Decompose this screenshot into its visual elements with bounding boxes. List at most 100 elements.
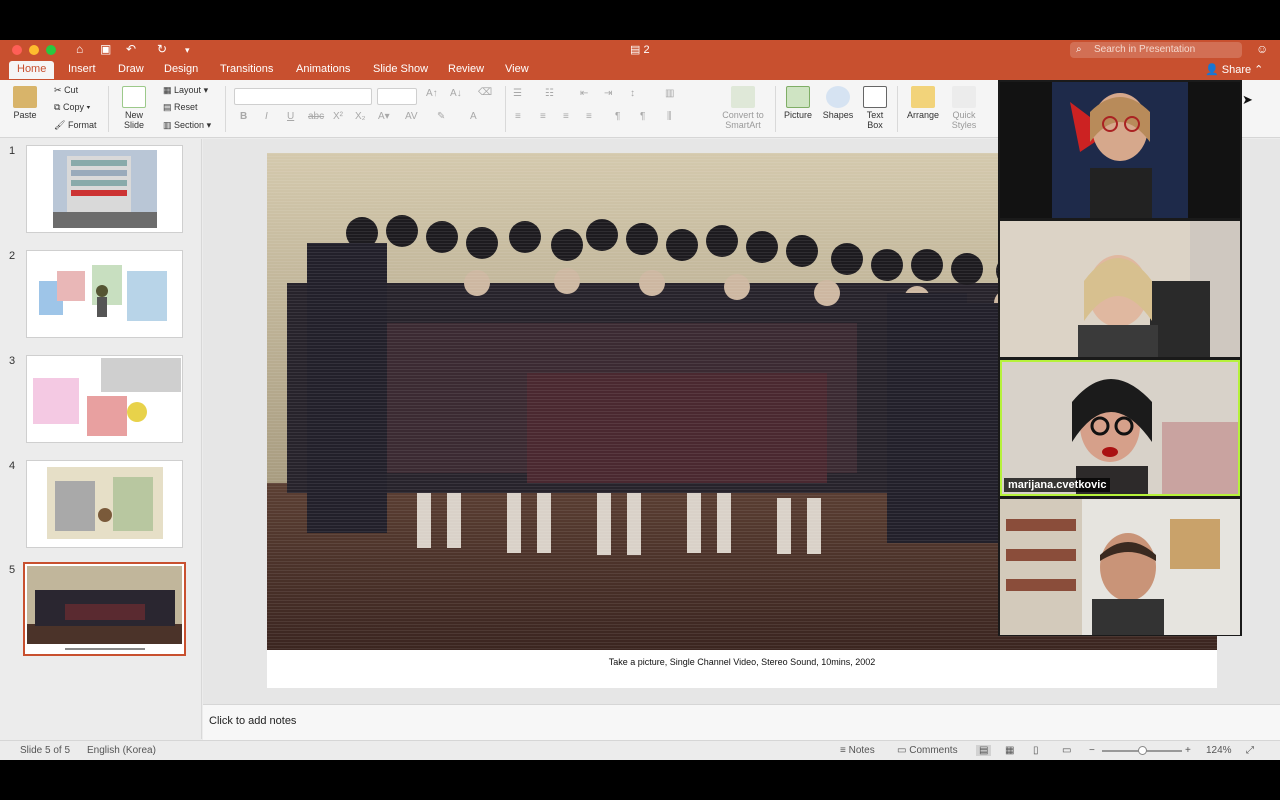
new-slide-button[interactable]: New Slide xyxy=(116,86,152,130)
tab-design[interactable]: Design xyxy=(164,63,198,75)
tab-slide-show[interactable]: Slide Show xyxy=(373,63,428,75)
decrease-indent-icon[interactable]: ⇤ xyxy=(580,88,588,99)
slide-caption[interactable]: Take a picture, Single Channel Video, St… xyxy=(267,657,1217,667)
scissors-icon: ✂ xyxy=(54,85,62,95)
customize-toolbar-icon[interactable]: ▾ xyxy=(185,45,190,56)
document-title: ▤ 2 xyxy=(630,43,650,56)
increase-font-size-icon[interactable]: A↑ xyxy=(426,88,438,99)
fit-to-window-icon[interactable]: ⤢ xyxy=(1246,745,1254,756)
slide-number: 3 xyxy=(9,355,16,367)
justify-icon[interactable]: ≡ xyxy=(586,111,592,122)
increase-indent-icon[interactable]: ⇥ xyxy=(604,88,612,99)
font-color-icon[interactable]: A xyxy=(470,111,477,122)
strikethrough-icon[interactable]: abc xyxy=(308,111,324,122)
tab-review[interactable]: Review xyxy=(448,63,484,75)
picture-button[interactable]: Picture xyxy=(781,86,815,120)
align-center-icon[interactable]: ≡ xyxy=(540,111,546,122)
align-right-icon[interactable]: ≡ xyxy=(563,111,569,122)
decrease-font-size-icon[interactable]: A↓ xyxy=(450,88,462,99)
shapes-button[interactable]: Shapes xyxy=(821,86,855,120)
paste-button[interactable]: Paste xyxy=(8,86,42,120)
tab-view[interactable]: View xyxy=(505,63,529,75)
notes-toggle[interactable]: ≡ Notes xyxy=(840,745,875,756)
participant-tile-1[interactable] xyxy=(1000,82,1240,218)
participant-video-1 xyxy=(1000,82,1240,218)
slide-thumbnail-1[interactable] xyxy=(26,145,183,233)
home-icon[interactable]: ⌂ xyxy=(76,42,83,56)
line-spacing-icon[interactable]: ↕ xyxy=(630,88,635,99)
slide-number: 5 xyxy=(9,564,16,576)
cut-button[interactable]: ✂ Cut xyxy=(54,85,78,96)
tab-animations[interactable]: Animations xyxy=(296,63,350,75)
normal-view-icon[interactable]: ▤ xyxy=(976,745,992,756)
subscript-icon[interactable]: X₂ xyxy=(355,111,366,122)
reset-button[interactable]: ▤ Reset xyxy=(163,102,198,113)
undo-icon[interactable]: ↶ xyxy=(126,42,136,56)
layout-label: Layout xyxy=(174,85,202,95)
layout-button[interactable]: ▦ Layout ▾ xyxy=(163,85,208,96)
slide-thumbnail-2[interactable] xyxy=(26,250,183,338)
align-left-icon[interactable]: ≡ xyxy=(515,111,521,122)
tab-transitions[interactable]: Transitions xyxy=(220,63,273,75)
convert-to-smartart-button[interactable]: Convert to SmartArt xyxy=(718,86,768,130)
zoom-level[interactable]: 124% xyxy=(1206,745,1232,756)
bold-icon[interactable]: B xyxy=(240,111,247,122)
notes-pane[interactable]: Click to add notes xyxy=(203,704,1280,740)
copy-label: Copy xyxy=(62,102,84,112)
bullets-icon[interactable]: ☰ xyxy=(513,88,522,99)
copy-button[interactable]: ⧉ Copy ▾ xyxy=(54,102,90,113)
slide-thumbnail-3[interactable] xyxy=(26,355,183,443)
superscript-icon[interactable]: X² xyxy=(333,111,343,122)
share-button[interactable]: 👤 Share ⌃ xyxy=(1205,63,1263,76)
participant-tile-3-active-speaker[interactable]: marijana.cvetkovic xyxy=(1000,360,1240,496)
account-icon[interactable]: ☺ xyxy=(1256,42,1268,56)
screen: ⌂ ▣ ↶ ↻ ▾ ▤ 2 ⌕ Search in Presentation ☺… xyxy=(0,0,1280,800)
minimize-window-button[interactable] xyxy=(29,45,39,55)
underline-icon[interactable]: U xyxy=(287,111,294,122)
slide-sorter-icon[interactable]: ▦ xyxy=(1005,745,1014,756)
new-slide-label: New Slide xyxy=(123,110,144,130)
clear-formatting-icon[interactable]: ⌫ xyxy=(478,87,492,98)
section-button[interactable]: ▥ Section ▾ xyxy=(163,120,211,131)
zoom-in-icon[interactable]: + xyxy=(1185,745,1191,756)
save-icon[interactable]: ▣ xyxy=(100,42,111,56)
tab-draw[interactable]: Draw xyxy=(118,63,144,75)
search-input[interactable]: ⌕ Search in Presentation xyxy=(1070,42,1242,58)
align-text-icon[interactable]: ⫼ xyxy=(667,111,672,122)
ribbon-tabs: Home Insert Draw Design Transitions Anim… xyxy=(0,60,1280,80)
highlight-icon[interactable]: ✎ xyxy=(437,111,445,122)
zoom-out-icon[interactable]: − xyxy=(1089,745,1095,756)
text-direction-icon[interactable]: ¶ xyxy=(615,111,620,122)
italic-icon[interactable]: I xyxy=(265,111,268,122)
format-painter-button[interactable]: 🖌 Format xyxy=(54,120,96,131)
numbering-icon[interactable]: ☷ xyxy=(545,88,554,99)
reading-view-icon[interactable]: ▯ xyxy=(1033,745,1039,756)
language[interactable]: English (Korea) xyxy=(87,745,156,756)
slideshow-icon[interactable]: ▭ xyxy=(1062,745,1071,756)
slide-thumbnails-pane[interactable]: 1 2 3 4 5 xyxy=(0,139,202,739)
clipboard-icon xyxy=(13,86,37,108)
zoom-slider-thumb[interactable] xyxy=(1138,746,1147,755)
redo-icon[interactable]: ↻ xyxy=(157,42,167,56)
participant-tile-4[interactable] xyxy=(1000,499,1240,635)
slide-thumbnail-4[interactable] xyxy=(26,460,183,548)
tab-insert[interactable]: Insert xyxy=(68,63,96,75)
tab-home[interactable]: Home xyxy=(9,61,55,79)
video-call-panel[interactable]: marijana.cvetkovic xyxy=(998,80,1242,636)
character-spacing-icon[interactable]: AV xyxy=(405,111,418,122)
ribbon-divider xyxy=(775,86,776,132)
columns-icon[interactable]: ▥ xyxy=(665,88,674,99)
close-window-button[interactable] xyxy=(12,45,22,55)
arrange-button[interactable]: Arrange xyxy=(904,86,942,120)
font-size-input[interactable] xyxy=(377,88,417,105)
zoom-window-button[interactable] xyxy=(46,45,56,55)
comments-toggle[interactable]: ▭ Comments xyxy=(897,745,958,756)
text-effects-icon[interactable]: A▾ xyxy=(378,111,390,122)
slide-thumbnail-5[interactable] xyxy=(23,562,186,656)
participant-tile-2[interactable] xyxy=(1000,221,1240,357)
text-box-button[interactable]: Text Box xyxy=(860,86,890,130)
quick-styles-button[interactable]: Quick Styles xyxy=(946,86,982,130)
notes-placeholder[interactable]: Click to add notes xyxy=(209,715,296,727)
rtl-icon[interactable]: ¶ xyxy=(640,111,645,122)
font-name-input[interactable] xyxy=(234,88,372,105)
